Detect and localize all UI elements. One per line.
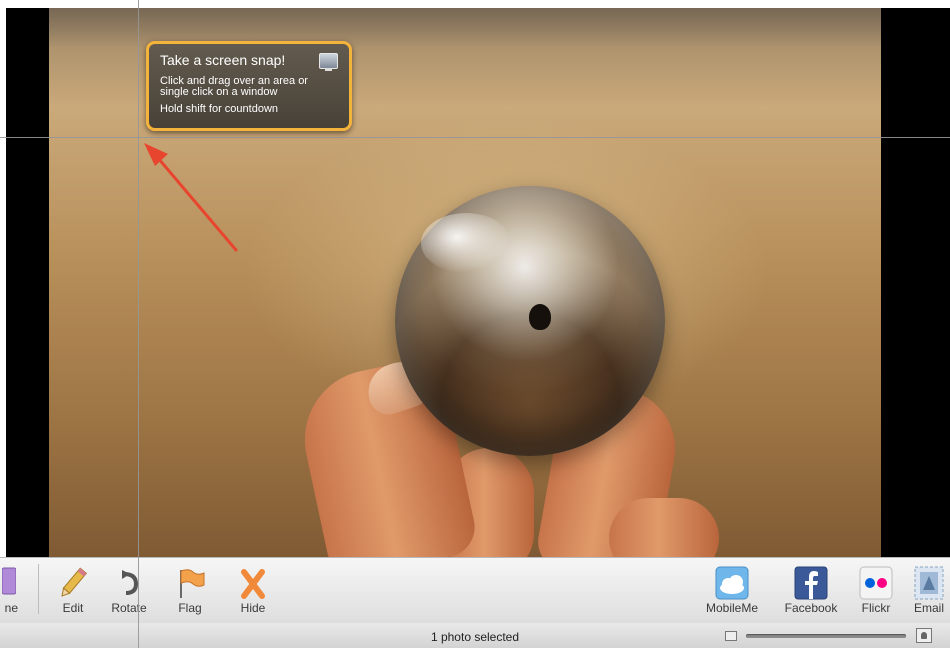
email-label: Email [913, 601, 944, 615]
crosshair-horizontal [0, 137, 950, 138]
mobileme-label: MobileMe [705, 601, 759, 615]
email-button[interactable]: Email [908, 558, 950, 623]
flag-icon [180, 569, 205, 598]
flickr-label: Flickr [861, 601, 891, 615]
monitor-icon [319, 53, 338, 71]
crosshair-vertical [138, 0, 139, 648]
rotate-icon [122, 570, 139, 595]
tooltip-instruction-2: single click on a window [160, 86, 278, 98]
finger [609, 498, 719, 557]
flickr-icon [859, 566, 893, 600]
rotate-label: Rotate [111, 601, 147, 615]
zoom-in-icon[interactable] [916, 628, 932, 643]
mobileme-button[interactable]: MobileMe [700, 558, 764, 623]
pencil-icon [61, 567, 88, 597]
facebook-button[interactable]: Facebook [780, 558, 842, 623]
hide-x-icon [241, 569, 265, 599]
toolbar-divider [38, 564, 39, 614]
zoom-out-icon[interactable] [725, 631, 737, 641]
bottom-toolbar: ne Edit Rotate Flag Hide MobileMe Facebo… [0, 557, 950, 624]
apple-logo-reflection [529, 304, 551, 330]
flag-label: Flag [178, 601, 202, 615]
email-stamp-icon [914, 566, 944, 600]
crystal-ball-reflection [421, 213, 511, 273]
toolbar-label: ne [4, 601, 18, 615]
partial-app-icon [2, 567, 16, 595]
cloud-icon [715, 566, 749, 600]
flickr-button[interactable]: Flickr [854, 558, 898, 623]
tooltip-instruction-3: Hold shift for countdown [160, 103, 279, 115]
edit-label: Edit [62, 601, 84, 615]
status-bar: 1 photo selected [0, 623, 950, 648]
hide-label: Hide [240, 601, 266, 615]
hide-button[interactable]: Hide [231, 558, 275, 623]
edit-button[interactable]: Edit [52, 558, 94, 623]
tooltip-title: Take a screen snap! [160, 52, 286, 68]
screen-snap-tooltip: Take a screen snap! Click and drag over … [146, 41, 352, 131]
facebook-label: Facebook [784, 601, 838, 615]
facebook-icon [794, 566, 828, 600]
flag-button[interactable]: Flag [168, 558, 212, 623]
toolbar-button-partial[interactable]: ne [0, 558, 20, 623]
rotate-button[interactable]: Rotate [106, 558, 152, 623]
zoom-slider[interactable] [746, 634, 906, 638]
